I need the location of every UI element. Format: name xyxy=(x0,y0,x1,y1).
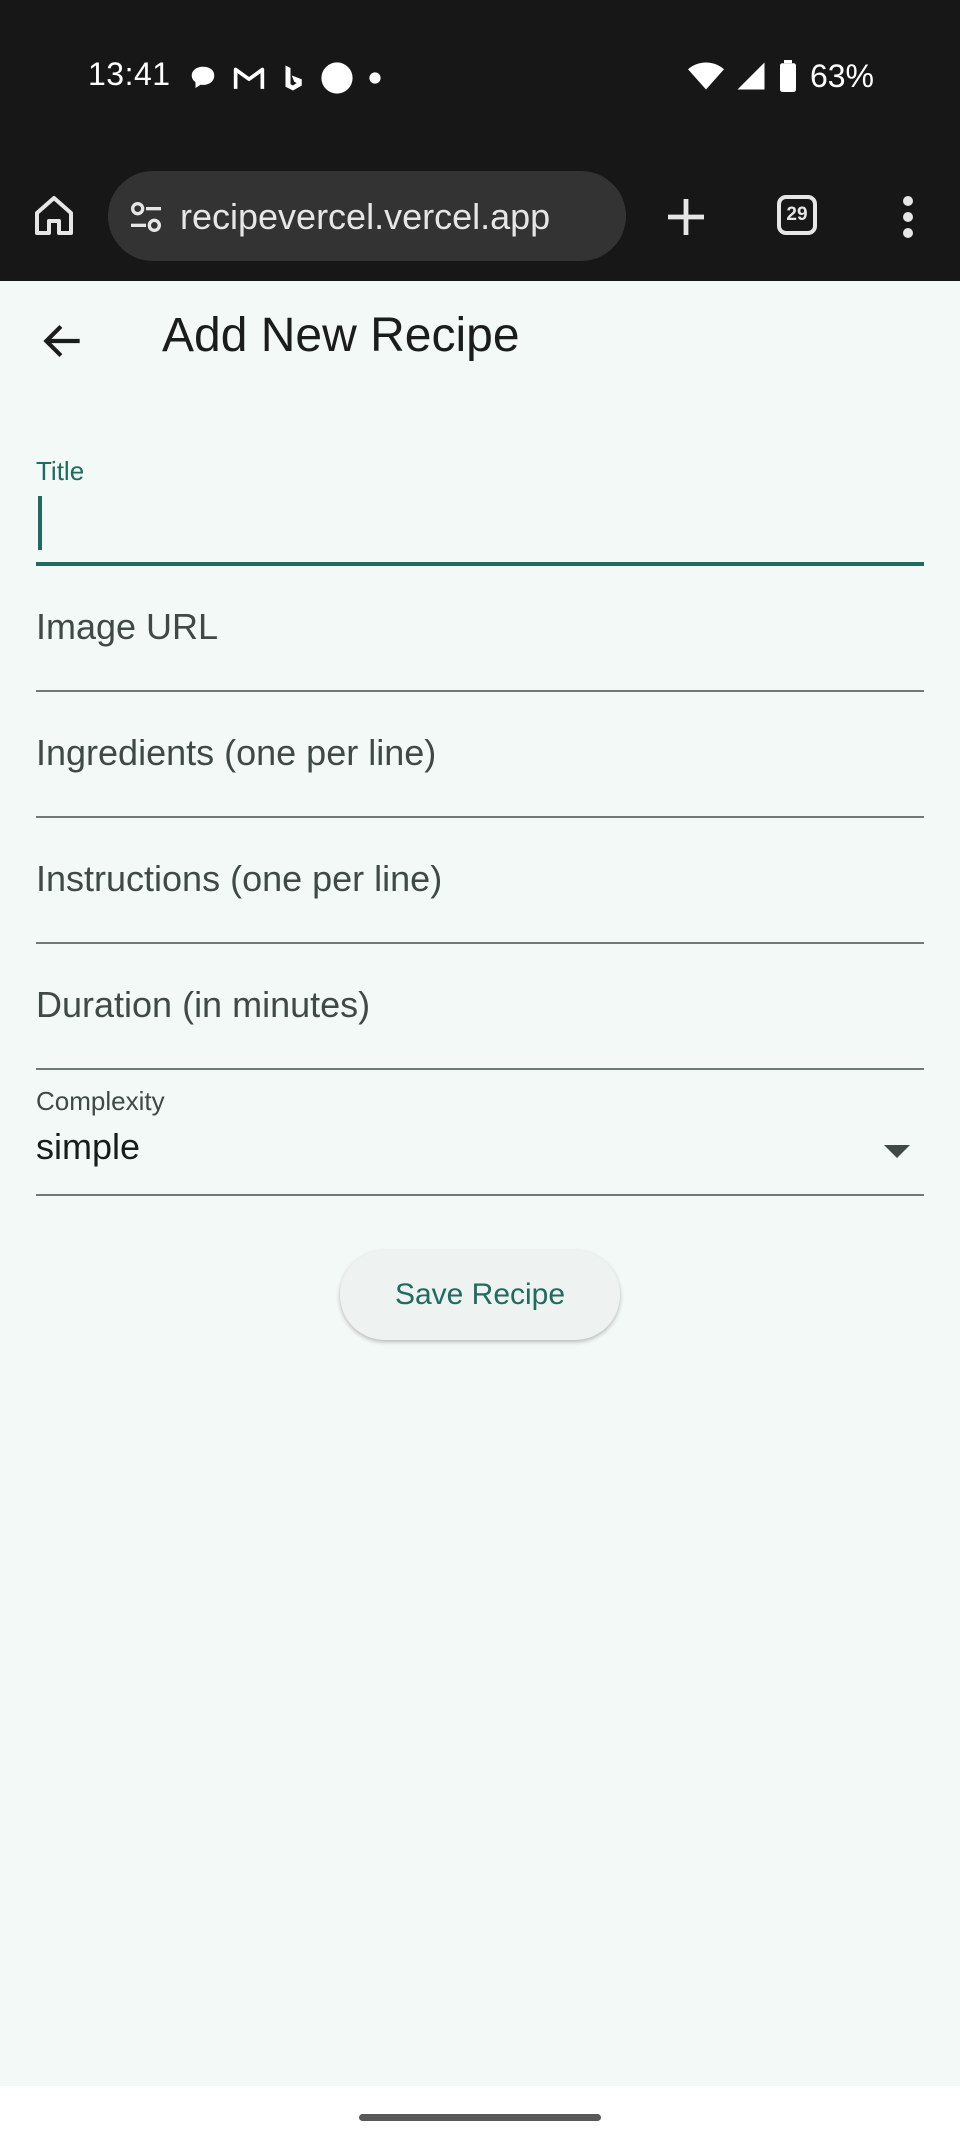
dot-icon xyxy=(369,72,381,84)
title-field[interactable]: Title xyxy=(36,448,924,566)
tab-count: 29 xyxy=(786,204,808,225)
more-vert-icon[interactable] xyxy=(888,193,928,241)
gesture-nav-area xyxy=(0,2086,960,2142)
home-icon[interactable] xyxy=(30,191,78,239)
title-label: Title xyxy=(36,456,85,486)
duration-field[interactable]: Duration (in minutes) xyxy=(36,954,924,1070)
image-url-field[interactable]: Image URL xyxy=(36,576,924,692)
page-title: Add New Recipe xyxy=(162,309,520,362)
circle-icon xyxy=(321,62,353,94)
dropdown-arrow-icon xyxy=(884,1145,910,1158)
save-recipe-button[interactable]: Save Recipe xyxy=(340,1250,620,1340)
bing-icon xyxy=(285,65,302,91)
browser-toolbar: recipevercel.vercel.app 29 xyxy=(0,155,960,281)
ingredients-field[interactable]: Ingredients (one per line) xyxy=(36,702,924,818)
duration-placeholder: Duration (in minutes) xyxy=(36,984,371,1025)
system-icons: 63% xyxy=(687,56,874,96)
address-bar[interactable]: recipevercel.vercel.app xyxy=(108,171,626,261)
notification-icons xyxy=(188,58,382,98)
battery-percentage: 63% xyxy=(809,57,874,94)
gmail-icon xyxy=(233,67,265,89)
complexity-value: simple xyxy=(36,1126,141,1167)
image-url-placeholder: Image URL xyxy=(36,606,219,647)
arrow-back-icon[interactable] xyxy=(38,316,88,366)
status-time: 13:41 xyxy=(88,56,171,92)
instructions-field[interactable]: Instructions (one per line) xyxy=(36,828,924,944)
site-settings-icon[interactable] xyxy=(126,197,166,237)
duration-underline xyxy=(36,1068,924,1070)
title-underline xyxy=(36,562,924,566)
battery-icon xyxy=(779,60,796,92)
tab-switcher-icon[interactable]: 29 xyxy=(777,195,817,235)
complexity-underline xyxy=(36,1194,924,1196)
chat-bubble-icon xyxy=(191,66,215,88)
wifi-icon xyxy=(687,62,724,90)
ingredients-placeholder: Ingredients (one per line) xyxy=(36,732,437,773)
status-bar: 13:41 63% xyxy=(0,0,960,155)
cellular-signal-icon xyxy=(737,62,765,90)
image-url-underline xyxy=(36,690,924,692)
url-text[interactable]: recipevercel.vercel.app xyxy=(180,196,550,238)
text-cursor xyxy=(38,496,42,550)
gesture-handle[interactable] xyxy=(359,2114,601,2121)
plus-icon[interactable] xyxy=(662,193,710,241)
complexity-label: Complexity xyxy=(36,1086,165,1116)
complexity-select[interactable]: Complexity simple xyxy=(36,1080,924,1196)
instructions-underline xyxy=(36,942,924,944)
ingredients-underline xyxy=(36,816,924,818)
instructions-placeholder: Instructions (one per line) xyxy=(36,858,443,899)
